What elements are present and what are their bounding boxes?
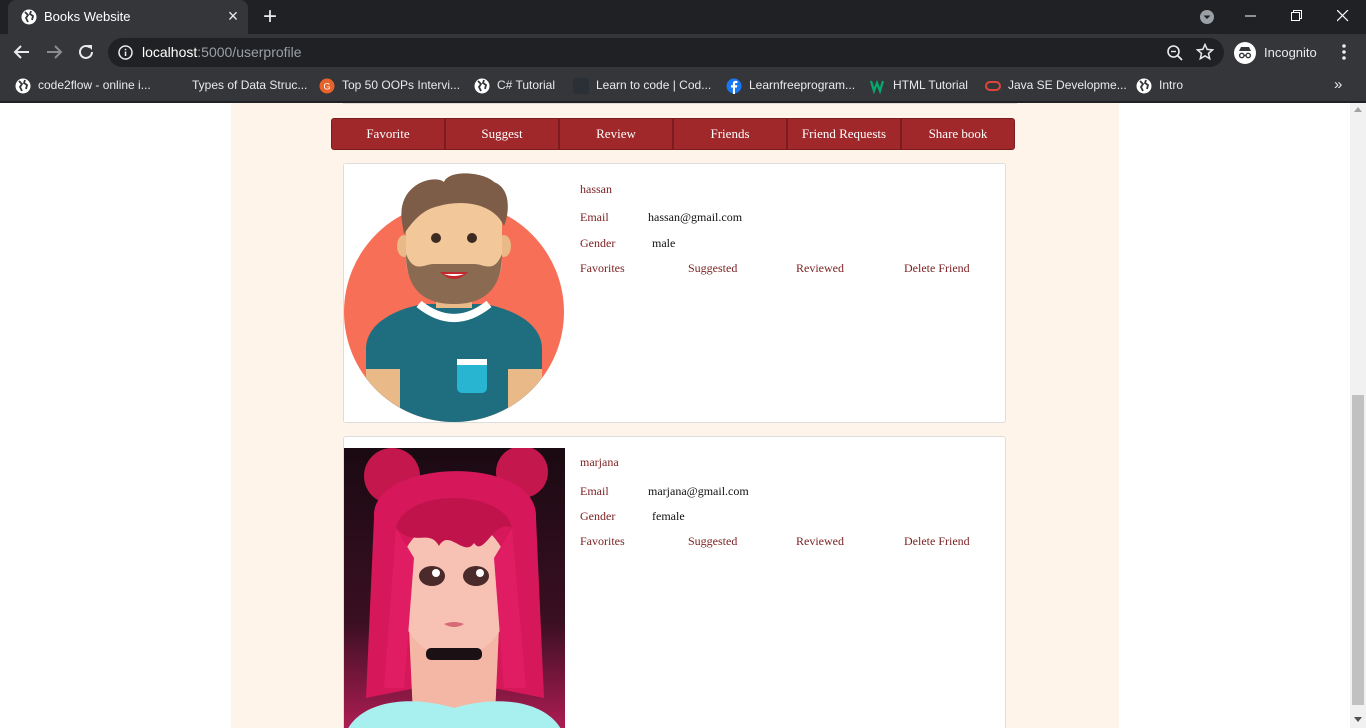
friend-name: marjana [580, 455, 619, 469]
bookmark-label: Learnfreeprogram... [749, 78, 856, 92]
profile-navbar: Favorite Suggest Review Friends Friend R… [331, 118, 1018, 150]
favorites-link[interactable]: Favorites [580, 261, 625, 276]
more-bookmarks-icon[interactable]: » [1334, 76, 1350, 96]
back-arrow-icon[interactable] [10, 40, 34, 64]
minimize-button[interactable] [1228, 2, 1274, 30]
close-tab-icon[interactable]: × [224, 6, 242, 26]
bookmark-label: Types of Data Struc... [192, 78, 308, 92]
oracle-icon [985, 81, 1001, 91]
incognito-label: Incognito [1264, 45, 1317, 60]
restore-icon [1291, 10, 1302, 21]
scroll-down-arrow-icon[interactable] [1354, 717, 1362, 722]
menu-kebab-icon[interactable] [1334, 42, 1354, 62]
gender-label: Gender [580, 509, 616, 523]
gender-label: Gender [580, 236, 616, 250]
friend-card: hassan Email hassan@gmail.com Gender mal… [343, 163, 1006, 423]
reviewed-link[interactable]: Reviewed [796, 534, 844, 549]
globe-icon [21, 9, 37, 25]
info-icon[interactable] [118, 45, 133, 60]
page-viewport: Favorite Suggest Review Friends Friend R… [0, 103, 1350, 728]
bookmark-label: Java SE Developme... [1008, 78, 1127, 92]
globe-icon [15, 78, 31, 94]
minimize-icon [1245, 15, 1256, 17]
url-path: :5000/userprofile [197, 44, 302, 60]
male-avatar-image [344, 164, 565, 422]
browser-toolbar: localhost:5000/userprofile Incognito [0, 34, 1366, 70]
friend-card: marjana Email marjana@gmail.com Gender f… [343, 436, 1006, 728]
incognito-badge[interactable]: Incognito [1228, 39, 1326, 66]
email-value: marjana@gmail.com [648, 484, 749, 498]
reviewed-link[interactable]: Reviewed [796, 261, 844, 276]
dark-square-icon [573, 78, 589, 94]
email-label: Email [580, 210, 609, 224]
friend-name: hassan [580, 182, 612, 196]
g-orange-icon: G [319, 78, 335, 94]
url-host: localhost [142, 44, 198, 60]
nav-favorite-button[interactable]: Favorite [331, 118, 445, 150]
gender-value: female [652, 509, 685, 523]
email-label: Email [580, 484, 609, 498]
nav-review-button[interactable]: Review [559, 118, 673, 150]
globe-icon [1136, 78, 1152, 94]
suggested-link[interactable]: Suggested [688, 534, 737, 549]
address-bar[interactable]: localhost:5000/userprofile [108, 38, 1224, 67]
scrollbar-thumb[interactable] [1352, 395, 1364, 705]
vertical-scrollbar[interactable] [1350, 103, 1366, 728]
facebook-icon [726, 78, 742, 94]
close-window-button[interactable] [1320, 2, 1366, 30]
incognito-icon [1234, 42, 1256, 64]
favorites-link[interactable]: Favorites [580, 534, 625, 549]
browser-tab[interactable]: Books Website × [8, 0, 248, 34]
nav-friend-requests-button[interactable]: Friend Requests [787, 118, 901, 150]
bookmark-label: C# Tutorial [497, 78, 556, 92]
reload-icon[interactable] [74, 40, 98, 64]
svg-text:G: G [323, 82, 330, 92]
scroll-up-arrow-icon[interactable] [1354, 107, 1362, 112]
bookmarks-bar: code2flow - online i... Types of Data St… [0, 70, 1366, 102]
suggested-link[interactable]: Suggested [688, 261, 737, 276]
delete-friend-link[interactable]: Delete Friend [904, 261, 970, 276]
tab-strip: Books Website × + [0, 0, 1366, 34]
nav-suggest-button[interactable]: Suggest [445, 118, 559, 150]
female-avatar-image [344, 448, 565, 728]
divider [343, 103, 1017, 104]
bookmark-blank-icon [169, 78, 185, 94]
url-text[interactable]: localhost:5000/userprofile [142, 44, 302, 60]
w3schools-icon [870, 79, 885, 94]
bookmark-label: HTML Tutorial [893, 78, 968, 92]
zoom-icon[interactable] [1166, 44, 1184, 62]
globe-icon [474, 78, 490, 94]
bookmark-star-icon[interactable] [1196, 43, 1214, 61]
nav-share-book-button[interactable]: Share book [901, 118, 1015, 150]
forward-arrow-icon[interactable] [42, 40, 66, 64]
close-icon [1337, 10, 1349, 22]
gender-value: male [652, 236, 676, 250]
nav-friends-button[interactable]: Friends [673, 118, 787, 150]
bookmark-label: Intro [1159, 78, 1184, 92]
restore-button[interactable] [1274, 2, 1320, 30]
email-value: hassan@gmail.com [648, 210, 743, 224]
bookmark-label: Learn to code | Cod... [596, 78, 712, 92]
tab-title: Books Website [44, 9, 131, 24]
bookmark-label: Top 50 OOPs Intervi... [342, 78, 461, 92]
tab-search-icon[interactable] [1198, 8, 1216, 26]
bookmark-label: code2flow - online i... [38, 78, 151, 92]
delete-friend-link[interactable]: Delete Friend [904, 534, 970, 549]
new-tab-button[interactable]: + [258, 4, 282, 30]
